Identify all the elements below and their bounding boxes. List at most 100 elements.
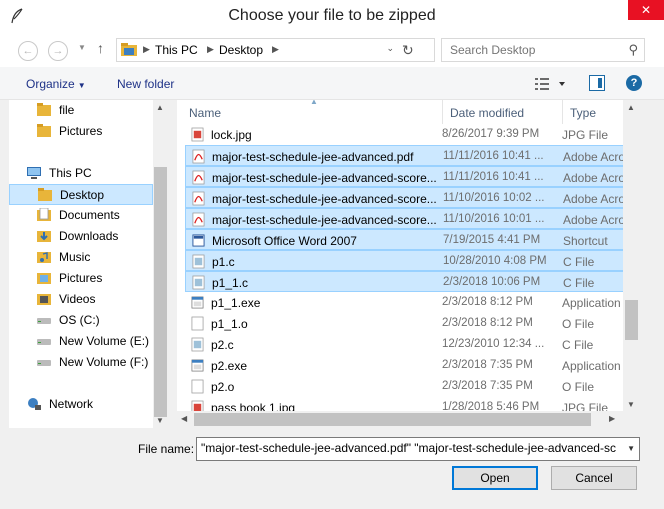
file-name: p1_1.c [212,276,249,290]
recent-locations-chevron-icon[interactable]: ▼ [78,43,86,52]
back-button[interactable]: ← [18,41,38,61]
sidebar-item-label: This PC [49,166,92,180]
column-header-type[interactable]: Type [570,106,596,120]
sidebar-item-this-pc[interactable]: This PC [9,163,153,184]
sidebar-item-music[interactable]: Music [9,247,153,268]
shortcut-file-icon [192,234,205,247]
file-list-horizontal-scrollbar[interactable]: ◀ ▶ [177,411,623,428]
command-toolbar: Organize ▼ New folder ? [0,67,664,100]
file-name: p2.c [211,338,234,352]
scroll-up-icon[interactable]: ▲ [156,103,164,112]
sidebar-item-new-volume-e[interactable]: New Volume (E:) [9,331,153,352]
documents-icon [37,208,51,221]
title-bar: Choose your file to be zipped ✕ [0,0,664,33]
sidebar-item-documents[interactable]: Documents [9,205,153,226]
search-icon[interactable]: ⚲ [628,42,638,58]
file-name-input[interactable] [201,441,619,455]
sidebar-item-downloads[interactable]: Downloads [9,226,153,247]
file-row[interactable]: p2.exe 2/3/2018 7:35 PM Application [185,355,640,376]
file-name-combobox[interactable]: ▼ [196,437,640,461]
help-icon[interactable]: ? [626,75,642,91]
forward-button[interactable]: → [48,41,68,61]
scroll-left-icon[interactable]: ◀ [181,414,187,423]
sidebar-item-videos[interactable]: Videos [9,289,153,310]
scroll-right-icon[interactable]: ▶ [609,414,615,423]
breadcrumb-desktop[interactable]: Desktop [219,43,263,57]
column-divider[interactable] [562,100,563,124]
file-row[interactable]: major-test-schedule-jee-advanced-score..… [185,166,640,187]
sidebar-item-os-c[interactable]: OS (C:) [9,310,153,331]
file-date-modified: 2/3/2018 8:12 PM [442,317,533,329]
column-divider[interactable] [442,100,443,124]
sidebar-item-desktop[interactable]: Desktop [9,184,153,205]
scroll-thumb[interactable] [625,300,638,340]
c-file-icon [192,275,205,290]
breadcrumb-chevron-icon[interactable]: ▶ [143,44,150,55]
chevron-down-icon: ▼ [77,81,86,90]
sidebar-item-new-volume-f[interactable]: New Volume (F:) [9,352,153,373]
scroll-thumb[interactable] [194,413,591,426]
sidebar-item-pictures[interactable]: Pictures [9,268,153,289]
sidebar-item-label: New Volume (F:) [59,355,149,369]
details-view-icon [535,78,549,90]
c-file-icon [192,254,205,269]
scroll-up-icon[interactable]: ▲ [627,103,635,112]
preview-pane-icon[interactable] [589,75,605,91]
organize-button[interactable]: Organize ▼ [26,77,86,91]
open-button[interactable]: Open [452,466,538,490]
file-row[interactable]: p1_1.c 2/3/2018 10:06 PM C File [185,271,640,292]
file-row[interactable]: lock.jpg 8/26/2017 9:39 PM JPG File [185,124,640,145]
file-name: Microsoft Office Word 2007 [212,234,357,248]
file-row[interactable]: p2.c 12/23/2010 12:34 ... C File [185,334,640,355]
file-list-vertical-scrollbar[interactable]: ▲ ▼ [623,100,640,428]
file-name: p1_1.exe [211,296,261,310]
search-box[interactable]: ⚲ [441,38,645,62]
file-row[interactable]: p1_1.exe 2/3/2018 8:12 PM Application [185,292,640,313]
refresh-button[interactable]: ↻ [402,42,414,59]
scroll-down-icon[interactable]: ▼ [156,416,164,425]
sidebar-item-file[interactable]: file [9,100,153,121]
file-row[interactable]: major-test-schedule-jee-advanced-score..… [185,187,640,208]
column-header-row: ▲ Name Date modified Type [177,100,640,124]
file-date-modified: 10/28/2010 4:08 PM [443,255,547,267]
sidebar-item-network[interactable]: Network [9,394,153,415]
file-date-modified: 7/19/2015 4:41 PM [443,234,541,246]
address-bar[interactable]: ▶ This PC ▶ Desktop ▶ ⌄ [116,38,435,62]
sidebar-item-label: Network [49,397,94,411]
file-date-modified: 2/3/2018 10:06 PM [443,276,541,288]
breadcrumb-chevron-icon[interactable]: ▶ [207,44,214,55]
column-header-date-modified[interactable]: Date modified [450,106,524,120]
file-name: p2.exe [211,359,248,373]
address-dropdown-icon[interactable]: ⌄ [386,43,394,54]
sidebar-item-label: New Volume (E:) [59,334,150,348]
exe-file-icon [191,296,204,309]
file-list: ▲ Name Date modified Type lock.jpg 8/26/2… [177,100,640,428]
new-folder-button[interactable]: New folder [117,77,174,91]
up-button[interactable]: ↑ [97,40,104,56]
file-row[interactable]: major-test-schedule-jee-advanced-score..… [185,208,640,229]
search-input[interactable] [450,43,610,57]
file-row[interactable]: p1_1.o 2/3/2018 8:12 PM O File [185,313,640,334]
downloads-icon [37,231,51,242]
breadcrumb-this-pc[interactable]: This PC [155,43,198,57]
file-date-modified: 11/11/2016 10:41 ... [443,171,544,183]
pdf-file-icon [192,170,205,185]
file-row[interactable]: p1.c 10/28/2010 4:08 PM C File [185,250,640,271]
chevron-down-icon[interactable]: ▼ [627,444,635,453]
scroll-down-icon[interactable]: ▼ [627,400,635,409]
image-file-icon [191,127,204,142]
scroll-thumb[interactable] [154,167,167,417]
breadcrumb-chevron-icon[interactable]: ▶ [272,44,279,55]
sidebar-item-label: Desktop [60,188,105,202]
sidebar-item-pictures[interactable]: Pictures [9,121,153,142]
file-row[interactable]: p2.o 2/3/2018 7:35 PM O File [185,376,640,397]
file-row[interactable]: Microsoft Office Word 2007 7/19/2015 4:41… [185,229,640,250]
organize-label: Organize [26,77,75,91]
sidebar-item-label: Pictures [59,271,103,285]
sidebar-scrollbar[interactable]: ▲ ▼ [153,100,168,428]
change-view-button[interactable] [533,76,567,92]
cancel-button[interactable]: Cancel [551,466,637,490]
column-header-name[interactable]: Name [189,106,221,120]
file-row[interactable]: major-test-schedule-jee-advanced.pdf 11/1… [185,145,640,166]
close-button[interactable]: ✕ [628,0,664,20]
